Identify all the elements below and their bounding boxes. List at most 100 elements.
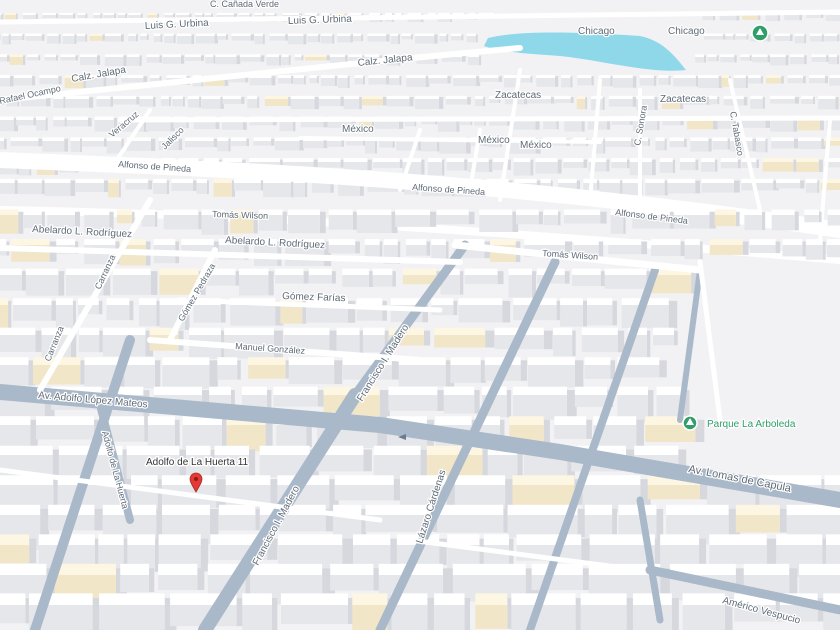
building-roof xyxy=(248,357,286,365)
map-canvas[interactable]: C. Cañada Verde Luis G. Urbina Luis G. U… xyxy=(0,0,840,630)
building-side xyxy=(459,271,464,295)
building-roof xyxy=(317,158,341,162)
building xyxy=(386,99,410,107)
building-side xyxy=(316,76,319,84)
building-roof xyxy=(709,534,767,545)
building-roof xyxy=(84,239,116,245)
building-side xyxy=(464,159,468,171)
building-roof xyxy=(164,12,173,15)
building-side xyxy=(508,159,511,170)
building xyxy=(187,99,200,108)
building-roof xyxy=(104,54,124,57)
building-side xyxy=(606,159,610,172)
building xyxy=(318,99,341,107)
building-roof xyxy=(336,327,360,335)
building-roof xyxy=(308,268,332,275)
building xyxy=(605,141,632,148)
building xyxy=(193,305,221,323)
building-side xyxy=(303,34,307,45)
building-roof xyxy=(805,239,823,245)
building-side xyxy=(173,34,176,44)
building xyxy=(249,78,272,86)
building xyxy=(53,120,65,127)
building xyxy=(121,78,144,83)
building-roof xyxy=(99,593,165,605)
building-roof xyxy=(383,239,398,245)
building-side xyxy=(174,419,180,447)
building-side xyxy=(745,76,748,88)
building xyxy=(96,99,111,107)
building xyxy=(701,183,734,193)
building-roof xyxy=(320,33,333,36)
building xyxy=(709,99,718,105)
building-side xyxy=(278,55,282,66)
building-side xyxy=(379,241,383,258)
building-side xyxy=(250,34,255,41)
building-side xyxy=(570,76,573,88)
building xyxy=(720,57,735,63)
building-roof xyxy=(385,12,393,15)
building-side xyxy=(438,97,444,109)
building xyxy=(564,120,582,132)
building-side xyxy=(8,34,11,45)
building xyxy=(563,215,601,224)
building-side xyxy=(8,300,12,330)
building xyxy=(805,183,818,193)
building-roof xyxy=(205,54,214,57)
building-side xyxy=(41,34,45,41)
building-roof xyxy=(309,75,317,78)
building-roof xyxy=(348,54,363,57)
building-roof xyxy=(479,75,499,78)
building-side xyxy=(334,360,343,385)
building-side xyxy=(789,34,793,42)
building-roof xyxy=(127,534,155,545)
building xyxy=(574,395,608,407)
building xyxy=(217,36,227,40)
building-side xyxy=(226,34,229,40)
building-roof xyxy=(42,12,56,15)
building xyxy=(230,305,276,326)
building-side xyxy=(236,55,241,65)
building xyxy=(572,275,601,287)
building-side xyxy=(612,300,617,326)
building-roof xyxy=(153,386,202,395)
building-side xyxy=(149,568,155,593)
park-marker-top[interactable] xyxy=(751,24,769,42)
building-roof xyxy=(573,239,599,245)
building xyxy=(655,141,665,151)
building-side xyxy=(453,300,458,316)
building-side xyxy=(150,271,158,295)
building-roof xyxy=(128,12,141,15)
building xyxy=(0,78,10,87)
building-side xyxy=(743,97,748,106)
building-side xyxy=(352,211,358,230)
building-roof xyxy=(740,54,750,57)
building-side xyxy=(55,13,59,19)
building xyxy=(811,57,827,62)
building-roof xyxy=(608,95,633,99)
building-roof xyxy=(153,178,167,183)
building-side xyxy=(610,76,613,87)
building xyxy=(368,78,387,85)
building xyxy=(146,57,160,63)
building-roof xyxy=(428,75,448,78)
building-side xyxy=(708,138,712,152)
building-side xyxy=(139,55,142,66)
building-roof xyxy=(28,593,93,605)
building xyxy=(561,78,571,88)
building xyxy=(276,425,307,448)
building-roof xyxy=(238,268,269,275)
building-roof xyxy=(278,75,291,78)
building xyxy=(604,275,647,289)
building-side xyxy=(303,76,306,85)
building-roof xyxy=(771,209,795,215)
building-side xyxy=(596,180,600,190)
building xyxy=(712,141,728,150)
building xyxy=(354,78,363,85)
building xyxy=(466,36,476,43)
building-roof xyxy=(733,75,746,78)
building-roof xyxy=(0,239,7,245)
building-side xyxy=(822,241,826,260)
building xyxy=(479,215,513,232)
building xyxy=(770,57,786,66)
